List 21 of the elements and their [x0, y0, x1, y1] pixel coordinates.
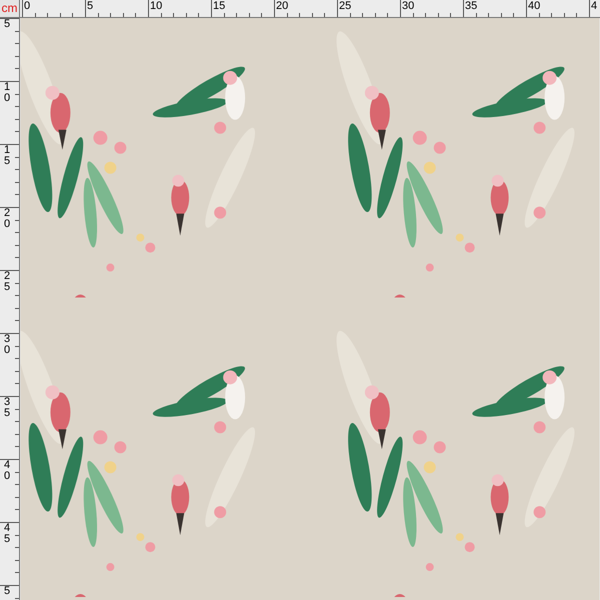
ruler-number: 5	[87, 0, 94, 12]
ruler-number: 40	[4, 460, 10, 482]
ruler-number: 10	[150, 0, 162, 12]
ruler-number: 30	[4, 334, 10, 356]
ruler-number: 0	[24, 0, 30, 12]
ruler-number: 15	[213, 0, 226, 12]
ruler-number: 10	[4, 82, 10, 104]
ruler-number: 25	[339, 0, 352, 12]
ruler-number: 35	[4, 397, 10, 419]
unit-label: cm	[0, 0, 20, 17]
ruler-number: 35	[465, 0, 478, 12]
ruler-number: 25	[4, 271, 10, 293]
ruler-number: 5	[4, 586, 10, 597]
ruler-number: 45	[4, 523, 10, 545]
ruler-number: 4	[591, 0, 598, 12]
ruler-number: 40	[528, 0, 540, 12]
ruler-number: 30	[402, 0, 414, 12]
ruler-number: 20	[4, 208, 10, 230]
ruler-number: 20	[276, 0, 288, 12]
ruler-number: 15	[4, 145, 10, 167]
ruler-number: 5	[4, 19, 10, 30]
